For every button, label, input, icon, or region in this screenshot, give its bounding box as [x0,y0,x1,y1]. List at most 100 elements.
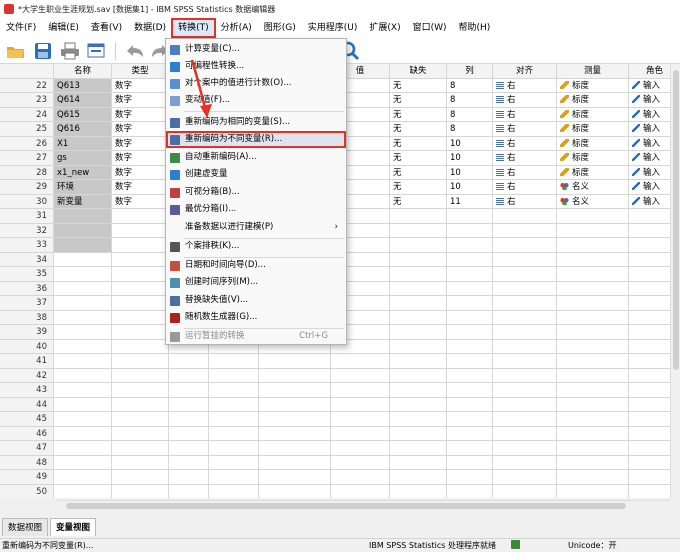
grid-cell[interactable] [331,368,390,383]
grid-cell[interactable] [447,325,493,340]
role-cell[interactable]: 输入 [629,79,670,93]
grid-cell[interactable] [390,368,447,383]
missing-cell[interactable]: 无 [390,107,447,122]
horizontal-scrollbar[interactable] [56,500,670,510]
grid-cell[interactable] [493,281,557,296]
row-number[interactable]: 23 [0,93,54,108]
menu-item-transform-5[interactable]: 重新编码为不同变量(R)... [166,131,346,148]
grid-cell[interactable] [557,267,629,282]
grid-cell[interactable] [209,441,259,456]
variable-type-cell[interactable]: 数字 [112,107,169,122]
grid-cell[interactable] [54,296,112,311]
grid-cell[interactable] [629,311,670,325]
grid-cell[interactable] [209,484,259,498]
menu-utilities[interactable]: 实用程序(U) [302,19,364,37]
variable-type-cell[interactable]: 数字 [112,151,169,166]
grid-cell[interactable] [629,296,670,311]
grid-cell[interactable] [112,296,169,311]
grid-cell[interactable] [447,209,493,224]
grid-cell[interactable] [112,441,169,456]
grid-cell[interactable] [169,470,209,485]
menu-item-transform-10[interactable]: 准备数据以进行建模(P) › [166,219,346,236]
columns-cell[interactable]: 11 [447,194,493,209]
grid-cell[interactable] [629,456,670,470]
menu-item-transform-8[interactable]: 可视分箱(B)... [166,184,346,201]
role-cell[interactable]: 输入 [629,93,670,108]
grid-cell[interactable] [447,339,493,354]
menu-transform[interactable]: 转换(T) [171,18,216,38]
grid-cell[interactable] [54,252,112,267]
row-number[interactable]: 49 [0,470,54,485]
grid-cell[interactable] [54,339,112,354]
grid-cell[interactable] [557,252,629,267]
grid-cell[interactable] [169,397,209,412]
menu-item-transform-1[interactable]: 可编程性转换... [166,58,346,75]
grid-cell[interactable] [209,354,259,369]
row-number[interactable]: 47 [0,441,54,456]
tab-data-view[interactable]: 数据视图 [2,518,49,536]
grid-cell[interactable] [54,209,112,224]
grid-cell[interactable] [629,441,670,456]
grid-cell[interactable] [259,412,331,427]
variable-name-cell[interactable]: 环境 [54,180,112,195]
grid-cell[interactable] [557,455,629,470]
grid-cell[interactable] [447,281,493,296]
measure-cell[interactable]: 名义 [557,194,629,209]
row-number[interactable]: 30 [0,194,54,209]
scroll-thumb[interactable] [673,70,679,370]
grid-cell[interactable] [390,426,447,441]
grid-cell[interactable] [112,412,169,427]
undo-icon[interactable] [122,40,146,62]
grid-cell[interactable] [390,339,447,354]
menu-item-transform-0[interactable]: 计算变量(C)... [166,41,346,58]
row-number[interactable]: 29 [0,180,54,195]
print-icon[interactable] [58,40,82,62]
grid-cell[interactable] [259,470,331,485]
grid-cell[interactable] [493,223,557,238]
row-number[interactable]: 45 [0,412,54,427]
variable-type-cell[interactable]: 数字 [112,165,169,180]
grid-cell[interactable] [331,412,390,427]
variable-type-cell[interactable]: 数字 [112,180,169,195]
menu-item-transform-11[interactable]: 个案排秩(K)... [166,238,346,255]
grid-cell[interactable] [447,310,493,325]
variable-type-cell[interactable]: 数字 [112,78,169,93]
grid-cell[interactable] [493,455,557,470]
missing-cell[interactable]: 无 [390,93,447,108]
grid-cell[interactable] [331,470,390,485]
grid-cell[interactable] [112,397,169,412]
grid-cell[interactable] [629,354,670,369]
grid-cell[interactable] [557,296,629,311]
menu-item-transform-7[interactable]: 创建虚变量 [166,166,346,183]
grid-cell[interactable] [557,209,629,224]
grid-cell[interactable] [493,412,557,427]
grid-cell[interactable] [447,383,493,398]
missing-cell[interactable]: 无 [390,194,447,209]
variable-name-cell[interactable]: gs [54,151,112,166]
missing-cell[interactable]: 无 [390,165,447,180]
grid-cell[interactable] [629,398,670,412]
column-header[interactable]: 对齐 [493,64,557,79]
columns-cell[interactable]: 8 [447,122,493,137]
grid-cell[interactable] [629,412,670,427]
variable-name-cell[interactable]: Q615 [54,107,112,122]
grid-cell[interactable] [557,223,629,238]
align-cell[interactable]: 右 [493,93,557,108]
grid-cell[interactable] [209,383,259,398]
menu-data[interactable]: 数据(D) [128,19,172,37]
role-cell[interactable]: 输入 [629,180,670,195]
grid-cell[interactable] [112,281,169,296]
menu-item-transform-6[interactable]: 自动重新编码(A)... [166,149,346,166]
grid-cell[interactable] [493,209,557,224]
grid-cell[interactable] [112,470,169,485]
row-number[interactable]: 38 [0,310,54,325]
column-header[interactable]: 名称 [54,64,112,79]
grid-cell[interactable] [557,325,629,340]
grid-cell[interactable] [447,470,493,485]
row-number[interactable]: 41 [0,354,54,369]
grid-cell[interactable] [54,484,112,498]
grid-cell[interactable] [629,267,670,282]
grid-cell[interactable] [54,426,112,441]
grid-cell[interactable] [557,441,629,456]
grid-cell[interactable] [112,252,169,267]
